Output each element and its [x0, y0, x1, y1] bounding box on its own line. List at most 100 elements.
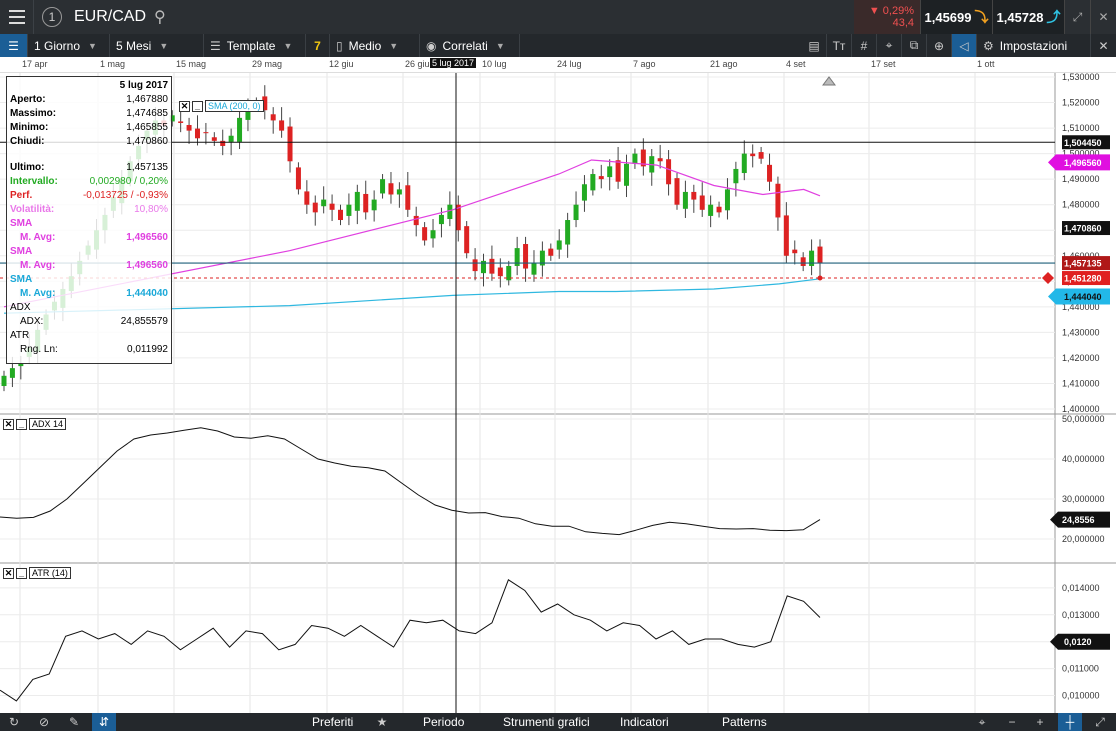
candle-body — [354, 191, 360, 211]
close-icon[interactable]: ✕ — [1090, 0, 1116, 34]
indicatori-menu[interactable]: Indicatori — [620, 713, 669, 731]
zoom-out-icon[interactable]: − — [1000, 713, 1024, 731]
price-change-box: ▼ 0,29% 43,4 — [854, 0, 920, 34]
ohlc-value: 1,467880 — [126, 94, 168, 105]
minimize-adx-icon[interactable]: _ — [16, 419, 27, 430]
price-tag-sma200-last: 1,444040 — [1048, 288, 1110, 305]
refresh-icon[interactable]: ↻ — [2, 713, 26, 731]
grid-icon[interactable]: # — [852, 34, 877, 57]
windows-icon[interactable]: ⧉ — [902, 34, 927, 57]
candle-body — [295, 167, 301, 190]
candle-body — [624, 163, 630, 186]
candle-body — [211, 137, 217, 141]
atr-tag-text: 0,0120 — [1064, 637, 1092, 647]
menu-icon[interactable] — [0, 0, 34, 34]
remove-adx-icon[interactable]: ✕ — [3, 419, 14, 430]
ruler-icon[interactable]: ▤ — [802, 34, 827, 57]
candle-body — [666, 159, 672, 185]
minimize-indicator-icon[interactable]: _ — [192, 101, 203, 112]
instrument-symbol[interactable]: EUR/CAD — [74, 8, 146, 26]
info-ohlc: Aperto: 1,467880 Massimo: 1,474685 Minimo: 1,… — [10, 93, 168, 149]
adx-panel — [0, 427, 821, 536]
adx-tick-label: 30,000000 — [1062, 494, 1105, 504]
ohlc-value: 1,474685 — [126, 108, 168, 119]
date-tick-label: 17 apr — [22, 59, 48, 69]
candle-body — [312, 202, 318, 213]
price-tick-label: 1,510000 — [1062, 123, 1100, 133]
remove-indicator-icon[interactable]: ✕ — [179, 101, 190, 112]
atr-indicator-label[interactable]: ATR (14) — [29, 567, 71, 579]
sma-indicator-label[interactable]: SMA (200, 0) — [205, 100, 264, 112]
ask-price: 1,45728 — [996, 9, 1044, 25]
correlated-select[interactable]: ◉ Correlati ▼ — [420, 34, 520, 57]
candle-body — [657, 158, 663, 162]
candle-body — [615, 160, 621, 182]
no-entry-icon[interactable]: ⊘ — [32, 713, 56, 731]
trading-app: 1 EUR/CAD ⚲ ▼ 0,29% 43,4 1,45699 ⤵ 1,457… — [0, 0, 1116, 731]
interval-select[interactable]: 1 Giorno ▼ — [28, 34, 110, 57]
candle-body — [548, 248, 554, 256]
price-tick-label: 1,420000 — [1062, 353, 1100, 363]
caret-down-icon: ▼ — [495, 40, 505, 51]
sell-price-button[interactable]: 1,45699 ⤵ — [920, 0, 992, 34]
target-icon[interactable]: ⊕ — [927, 34, 952, 57]
patterns-menu[interactable]: Patterns — [722, 713, 767, 731]
pencil-icon[interactable]: ✎ — [62, 713, 86, 731]
price-tick-label: 1,490000 — [1062, 174, 1100, 184]
crosshair-icon[interactable]: ⌖ — [970, 713, 994, 731]
close-panel-icon[interactable]: ✕ — [1091, 34, 1116, 57]
ohlc-value: 1,465855 — [126, 122, 168, 133]
date-tick-label: 15 mag — [176, 59, 207, 69]
candle-body — [497, 267, 503, 277]
info-intervallo: Intervallo: 0,002980 / 0,20% — [10, 175, 168, 189]
adx-label: ADX — [10, 302, 31, 313]
zoom-in-icon[interactable]: + — [1028, 713, 1052, 731]
info-adx-value: ADX: 24,855579 — [10, 315, 168, 329]
tag-icon[interactable]: ◁ — [952, 34, 977, 57]
settings-button[interactable]: ⚙ Impostazioni — [977, 34, 1091, 57]
template-select[interactable]: ☰ Template ▼ — [204, 34, 306, 57]
cursor-date-label: 5 lug 2017 — [430, 58, 477, 68]
change-percent: ▼ 0,29% — [868, 5, 914, 17]
crosshair-settings-icon[interactable]: ⌖ — [877, 34, 902, 57]
candle-body — [590, 174, 596, 191]
sma2-avg-label: M. Avg: — [20, 260, 56, 271]
candle-type-select[interactable]: ▯ Medio ▼ — [330, 34, 420, 57]
price-tick-label: 1,400000 — [1062, 404, 1100, 414]
preferiti-menu[interactable]: Preferiti — [312, 713, 353, 731]
arrow-up-icon: ⤴ — [1046, 9, 1061, 25]
indicator-count-badge[interactable]: 7 — [306, 34, 330, 57]
range-select[interactable]: 5 Mesi ▼ — [110, 34, 204, 57]
minimize-atr-icon[interactable]: _ — [16, 568, 27, 579]
periodo-menu[interactable]: Periodo — [423, 713, 464, 731]
candle-body — [556, 240, 562, 250]
list-icon[interactable]: ☰ — [0, 34, 28, 57]
interval-label: 1 Giorno — [34, 38, 81, 53]
text-size-icon[interactable]: Tᴛ — [827, 34, 852, 57]
candle-body — [321, 199, 327, 207]
date-tick-label: 10 lug — [482, 59, 507, 69]
fullscreen-icon[interactable]: ⤢ — [1088, 713, 1112, 731]
info-sma2: SMA — [10, 245, 168, 259]
search-icon[interactable]: ⚲ — [154, 7, 166, 27]
star-icon[interactable]: ★ — [370, 713, 394, 731]
candle-body — [724, 189, 730, 211]
candle-body — [396, 189, 402, 195]
price-tag-cursor-close: 1,470860 — [1062, 221, 1110, 236]
adx-tick-label: 40,000000 — [1062, 454, 1105, 464]
cursor-cross-icon[interactable]: ┼ — [1058, 713, 1082, 731]
date-tick-label: 29 mag — [252, 59, 283, 69]
expand-icon[interactable]: ⤢ — [1064, 0, 1090, 34]
warning-triangle-icon — [822, 76, 836, 86]
candle-body — [186, 125, 192, 131]
strumenti-grafici-menu[interactable]: Strumenti grafici — [503, 713, 590, 731]
vertical-arrows-icon[interactable]: ⇵ — [92, 713, 116, 731]
remove-atr-icon[interactable]: ✕ — [3, 568, 14, 579]
perf-value: -0,013725 / -0,93% — [82, 190, 168, 201]
candle-body — [783, 215, 789, 256]
buy-price-button[interactable]: 1,45728 ⤴ — [992, 0, 1064, 34]
candle-body — [682, 191, 688, 209]
instrument-number-icon[interactable]: 1 — [42, 7, 62, 27]
info-ohlc-row: Aperto: 1,467880 — [10, 93, 168, 107]
adx-indicator-label[interactable]: ADX 14 — [29, 418, 67, 430]
